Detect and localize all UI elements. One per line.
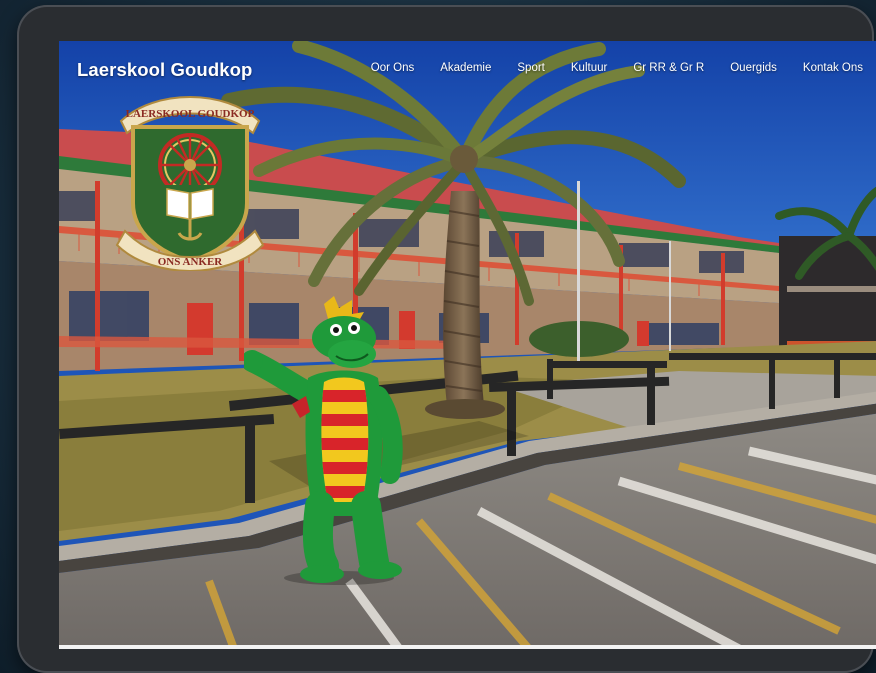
website-screen: LAERSKOOL GOUDKOP ONS ANKER Laerskool Go… — [59, 41, 876, 649]
mascot-dragon — [244, 296, 403, 585]
main-nav: Oor Ons Akademie Sport Kultuur Gr RR & G… — [345, 62, 863, 74]
page-bottom-strip — [59, 645, 876, 649]
crest-top-text: LAERSKOOL GOUDKOP — [126, 108, 255, 120]
school-crest-icon: LAERSKOOL GOUDKOP ONS ANKER — [115, 96, 265, 271]
nav-item-kultuur[interactable]: Kultuur — [571, 62, 607, 74]
nav-item-gr-rr-gr-r[interactable]: Gr RR & Gr R — [633, 62, 704, 74]
crest-motto: ONS ANKER — [158, 256, 224, 268]
nav-item-oor-ons[interactable]: Oor Ons — [371, 62, 414, 74]
nav-item-ouergids[interactable]: Ouergids — [730, 62, 777, 74]
tablet-frame: LAERSKOOL GOUDKOP ONS ANKER Laerskool Go… — [17, 5, 876, 673]
nav-item-akademie[interactable]: Akademie — [440, 62, 491, 74]
nav-item-kontak-ons[interactable]: Kontak Ons — [803, 62, 863, 74]
nav-item-sport[interactable]: Sport — [517, 62, 545, 74]
site-title[interactable]: Laerskool Goudkop — [77, 59, 252, 81]
site-header: Laerskool Goudkop Oor Ons Akademie Sport… — [59, 41, 876, 101]
